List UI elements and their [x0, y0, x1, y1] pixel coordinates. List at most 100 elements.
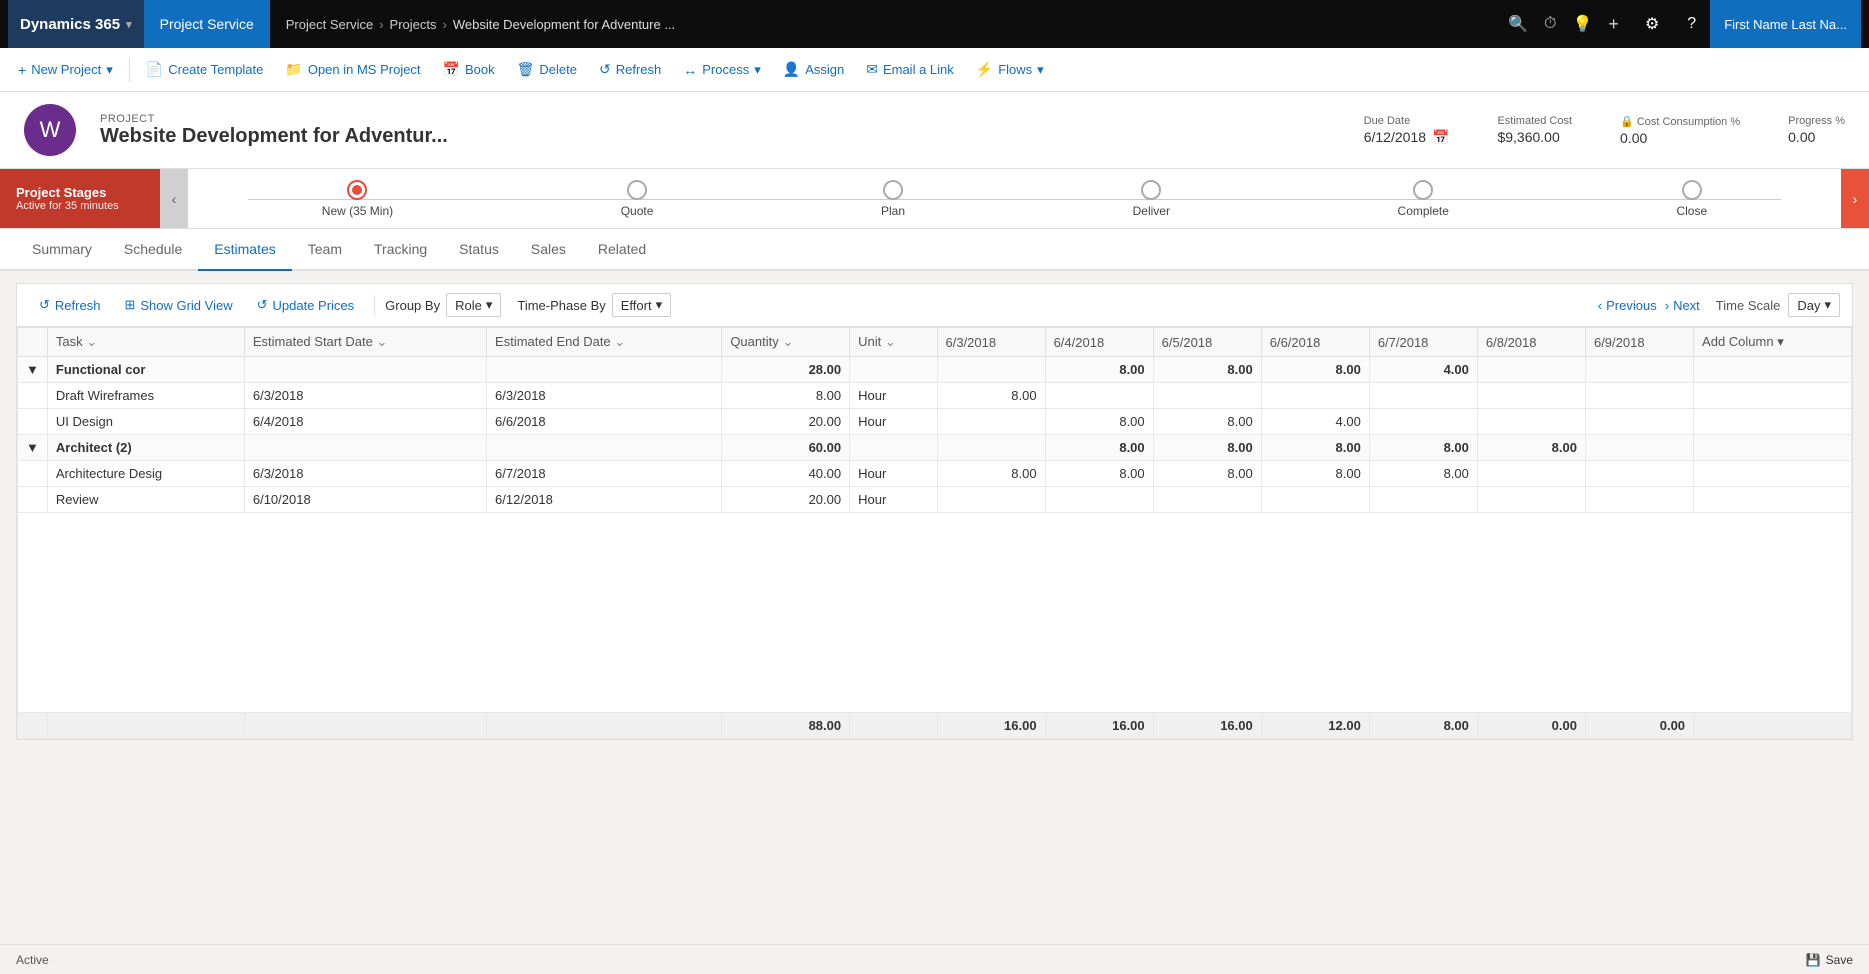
- d608-cell-5: [1477, 487, 1585, 513]
- breadcrumb-1[interactable]: Project Service: [286, 17, 373, 32]
- tab-sales[interactable]: Sales: [515, 229, 582, 271]
- stage-node-close[interactable]: Close: [1676, 180, 1707, 218]
- group-by-select[interactable]: Role ▾: [446, 293, 501, 317]
- table-row: ▼ Architect (2) 60.00 8.00 8.00 8.00 8.0…: [18, 435, 1852, 461]
- unit-cell-3: [850, 435, 937, 461]
- notifications-icon[interactable]: 💡: [1573, 14, 1593, 34]
- top-navigation: Dynamics 365 ▾ Project Service Project S…: [0, 0, 1869, 48]
- footer-d603: 16.00: [937, 713, 1045, 739]
- unit-cell-1: Hour: [850, 383, 937, 409]
- col-end-date-header[interactable]: Estimated End Date ⌄: [487, 328, 722, 357]
- breadcrumb-2[interactable]: Projects: [390, 17, 437, 32]
- project-meta: Due Date 6/12/2018 📅 Estimated Cost $9,3…: [1364, 115, 1845, 146]
- d607-cell-4: 8.00: [1369, 461, 1477, 487]
- tab-status[interactable]: Status: [443, 229, 515, 271]
- email-link-button[interactable]: ✉ Email a Link: [856, 55, 964, 84]
- next-button[interactable]: › Next: [1665, 298, 1700, 313]
- open-ms-project-button[interactable]: 📁 Open in MS Project: [275, 55, 430, 84]
- save-button[interactable]: 💾 Save: [1806, 953, 1853, 967]
- user-menu[interactable]: First Name Last Na...: [1710, 0, 1861, 48]
- col-start-date-header[interactable]: Estimated Start Date ⌄: [244, 328, 486, 357]
- tab-related[interactable]: Related: [582, 229, 662, 271]
- settings-button[interactable]: ⚙: [1631, 0, 1673, 48]
- help-button[interactable]: ?: [1673, 0, 1710, 48]
- time-scale-select[interactable]: Day ▾: [1788, 293, 1840, 317]
- col-add-column-header[interactable]: Add Column ▾: [1694, 328, 1852, 357]
- time-scale-label: Time Scale: [1716, 298, 1781, 313]
- d603-cell-2: [937, 409, 1045, 435]
- tab-bar: Summary Schedule Estimates Team Tracking…: [0, 229, 1869, 271]
- stage-nav-left-button[interactable]: ‹: [160, 169, 188, 228]
- assign-button[interactable]: 👤 Assign: [773, 55, 854, 84]
- d607-cell-0: 4.00: [1369, 357, 1477, 383]
- delete-icon: 🗑: [517, 61, 535, 78]
- expand-cell-0[interactable]: ▼: [18, 357, 48, 383]
- update-prices-label: Update Prices: [273, 298, 355, 313]
- previous-button[interactable]: ‹ Previous: [1598, 298, 1657, 313]
- stage-node-plan[interactable]: Plan: [881, 180, 905, 218]
- tab-estimates[interactable]: Estimates: [198, 229, 291, 271]
- lock-icon: 🔒: [1620, 116, 1634, 128]
- col-unit-header[interactable]: Unit ⌄: [850, 328, 937, 357]
- flows-label: Flows: [998, 62, 1032, 77]
- stage-pipeline: Project Stages Active for 35 minutes ‹ N…: [0, 169, 1869, 229]
- footer-expand: [18, 713, 48, 739]
- estimates-refresh-button[interactable]: ↺ Refresh: [29, 292, 110, 318]
- col-quantity-header[interactable]: Quantity ⌄: [722, 328, 850, 357]
- time-phase-value: Effort: [621, 298, 652, 313]
- time-phase-select[interactable]: Effort ▾: [612, 293, 671, 317]
- d605-cell-2: 8.00: [1153, 409, 1261, 435]
- update-prices-button[interactable]: ↺ Update Prices: [247, 292, 365, 318]
- col-task-header[interactable]: Task ⌄: [47, 328, 244, 357]
- add-icon[interactable]: +: [1608, 14, 1619, 35]
- new-project-button[interactable]: + New Project ▾: [8, 56, 123, 84]
- unit-cell-0: [850, 357, 937, 383]
- create-template-button[interactable]: 📄 Create Template: [136, 55, 274, 84]
- tab-schedule[interactable]: Schedule: [108, 229, 198, 271]
- stage-node-quote[interactable]: Quote: [621, 180, 654, 218]
- add-col-chevron-icon: ▾: [1777, 334, 1784, 349]
- book-button[interactable]: 📅 Book: [433, 55, 505, 84]
- d603-cell-4: 8.00: [937, 461, 1045, 487]
- est-sep-1: [374, 295, 375, 315]
- task-cell-1: Draft Wireframes: [47, 383, 244, 409]
- delete-button[interactable]: 🗑 Delete: [507, 55, 587, 84]
- empty-cell: [18, 513, 1852, 713]
- process-button[interactable]: ↔ Process ▾: [673, 56, 771, 84]
- tab-tracking[interactable]: Tracking: [358, 229, 443, 271]
- unit-cell-2: Hour: [850, 409, 937, 435]
- calendar-icon[interactable]: 📅: [1432, 129, 1449, 146]
- start-cell-5: 6/10/2018: [244, 487, 486, 513]
- expand-cell-3[interactable]: ▼: [18, 435, 48, 461]
- refresh-button[interactable]: ↺ Refresh: [589, 55, 671, 84]
- footer-qty: 88.00: [722, 713, 850, 739]
- tab-summary[interactable]: Summary: [16, 229, 108, 271]
- addcol-cell-4: [1694, 461, 1852, 487]
- stage-nav-right-button[interactable]: ›: [1841, 169, 1869, 228]
- recent-icon[interactable]: ⏱: [1544, 15, 1556, 33]
- footer-d606: 12.00: [1261, 713, 1369, 739]
- search-icon[interactable]: 🔍: [1508, 14, 1528, 34]
- status-bar: Active 💾 Save: [0, 944, 1869, 974]
- stage-node-complete[interactable]: Complete: [1398, 180, 1449, 218]
- d607-cell-2: [1369, 409, 1477, 435]
- progress-value: 0.00: [1788, 129, 1845, 145]
- flows-button[interactable]: ⚡ Flows ▾: [966, 55, 1054, 84]
- brand-chevron[interactable]: ▾: [126, 18, 132, 31]
- tab-team[interactable]: Team: [292, 229, 358, 271]
- stage-node-new[interactable]: New (35 Min): [322, 180, 393, 218]
- brand-area[interactable]: Dynamics 365 ▾: [8, 0, 144, 48]
- unit-sort-icon: ⌄: [885, 334, 896, 349]
- breadcrumb-sep-2: ›: [443, 17, 447, 32]
- stage-subtitle: Active for 35 minutes: [16, 200, 144, 212]
- d606-cell-3: 8.00: [1261, 435, 1369, 461]
- cost-consumption-field: 🔒 Cost Consumption % 0.00: [1620, 115, 1740, 146]
- d607-cell-5: [1369, 487, 1477, 513]
- qty-cell-3: 60.00: [722, 435, 850, 461]
- email-icon: ✉: [866, 61, 878, 78]
- stage-node-deliver[interactable]: Deliver: [1133, 180, 1170, 218]
- footer-addcol: [1694, 713, 1852, 739]
- show-grid-view-button[interactable]: ⊞ Show Grid View: [114, 292, 242, 318]
- d603-cell-3: [937, 435, 1045, 461]
- col-d604-header: 6/4/2018: [1045, 328, 1153, 357]
